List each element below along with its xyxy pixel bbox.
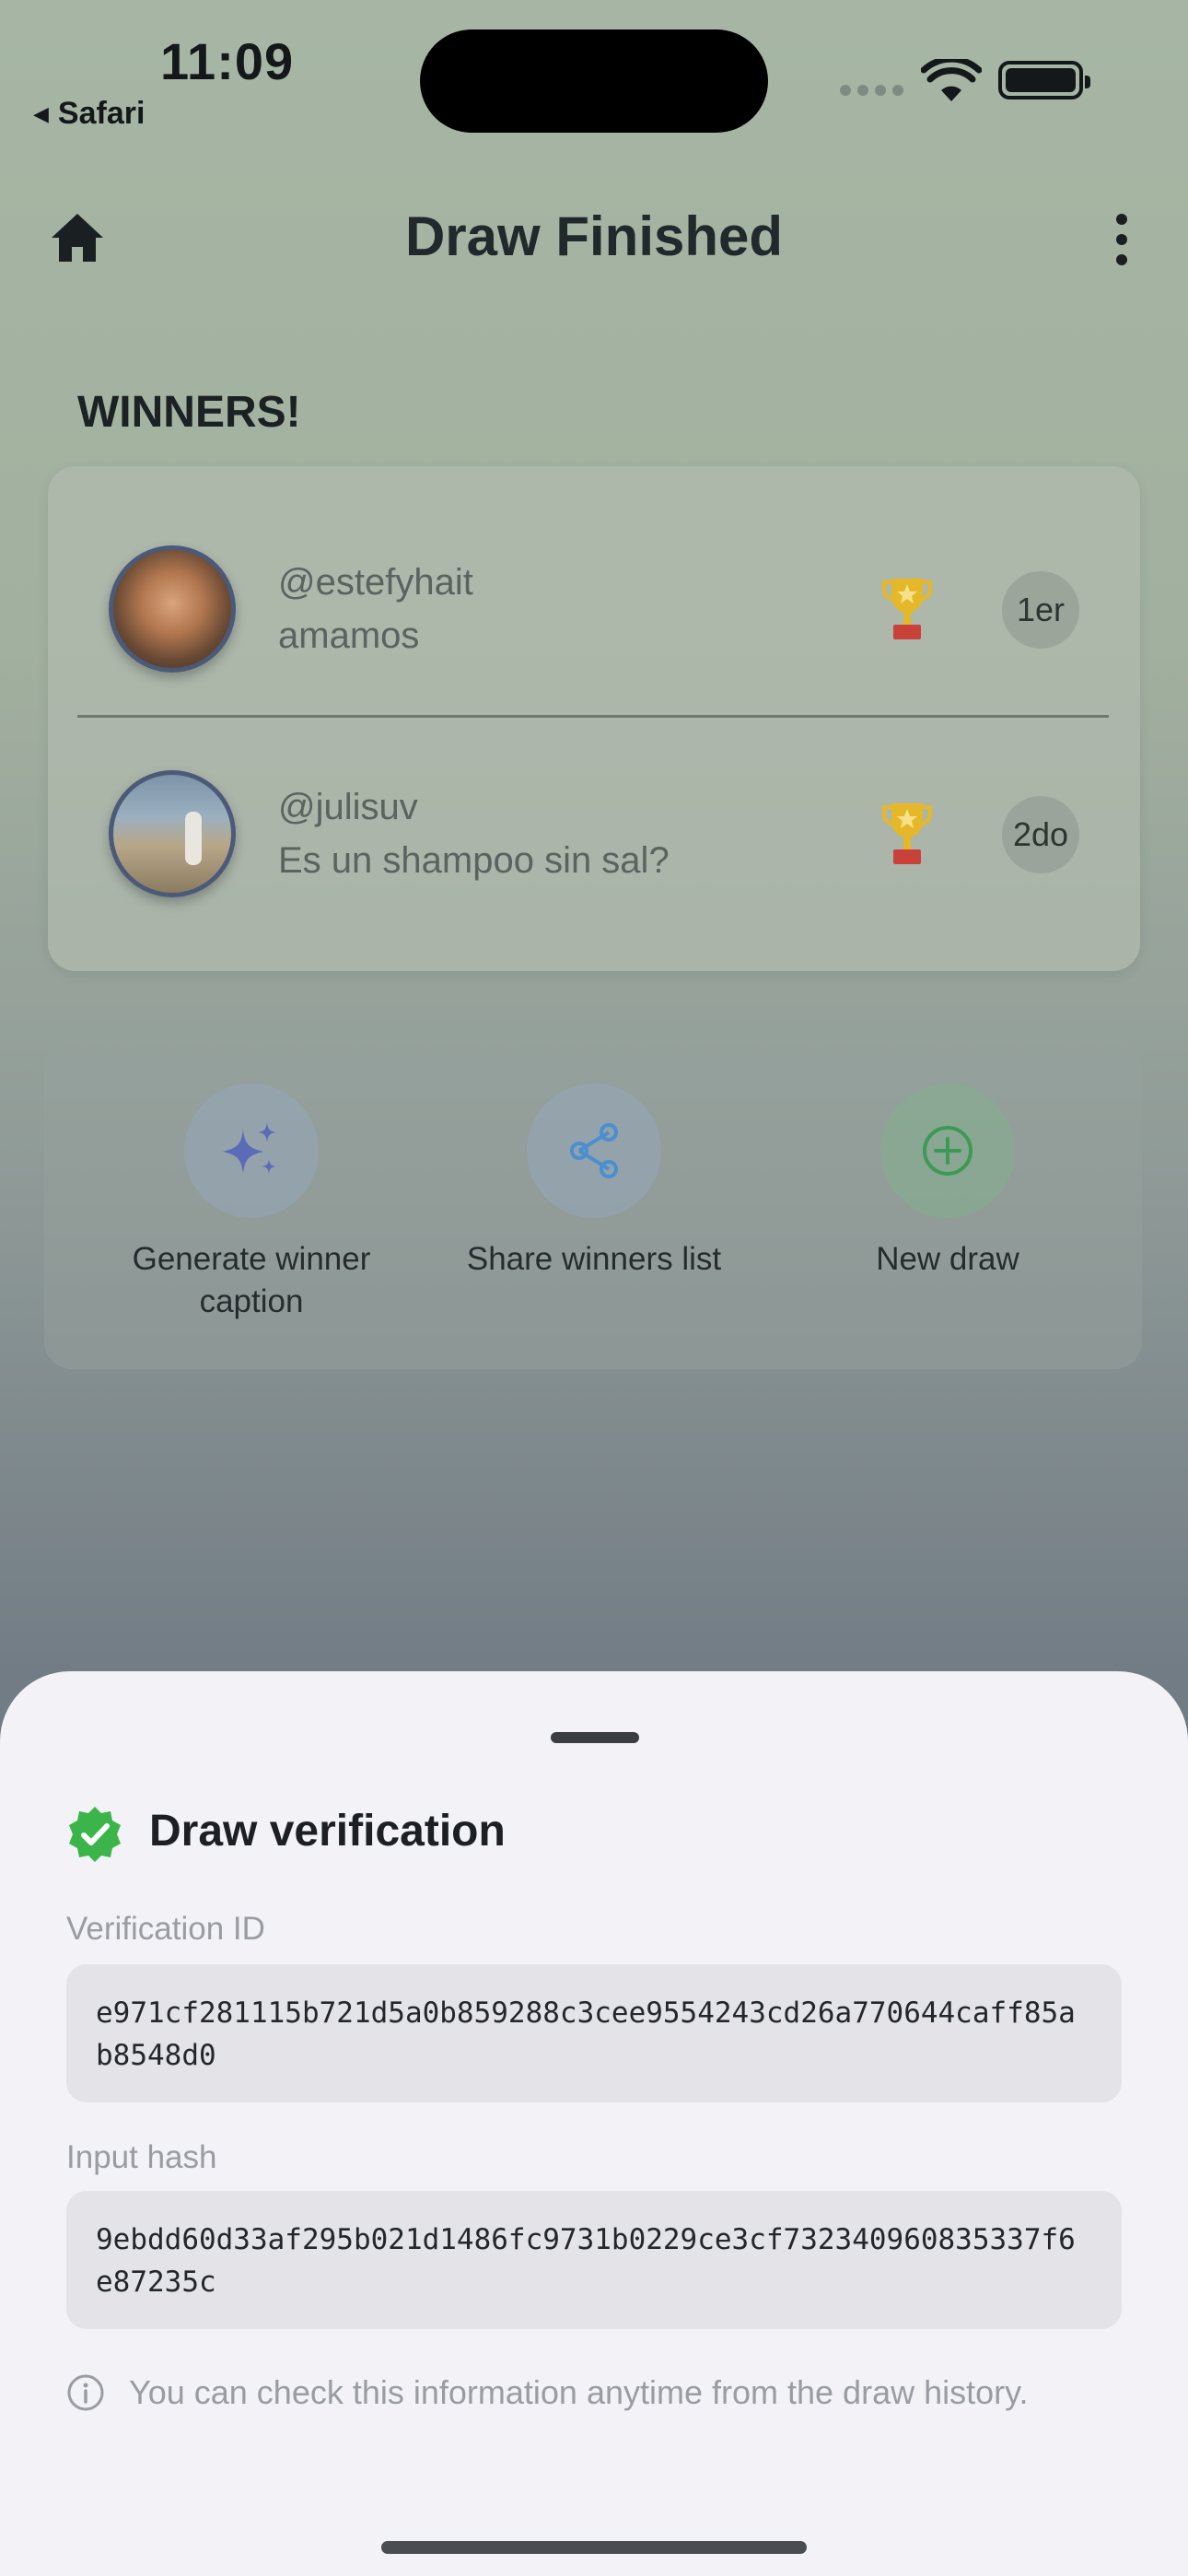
status-time: 11:09 bbox=[160, 32, 295, 90]
verification-id-label: Verification ID bbox=[66, 1911, 265, 1947]
back-to-safari[interactable]: ◀ Safari bbox=[33, 96, 145, 132]
place-badge: 1er bbox=[1002, 571, 1079, 649]
generate-caption-button[interactable]: Generate winner caption bbox=[99, 1083, 403, 1323]
back-app-label: Safari bbox=[57, 96, 146, 131]
place-badge: 2do bbox=[1002, 796, 1079, 873]
verification-id-field[interactable]: e971cf281115b721d5a0b859288c3cee9554243c… bbox=[66, 1964, 1122, 2102]
winner-comment: amamos bbox=[278, 615, 420, 656]
winner-row[interactable]: @estefyhait amamos 1er bbox=[48, 470, 1140, 691]
dynamic-island bbox=[420, 29, 768, 133]
page-title: Draw Finished bbox=[404, 205, 784, 267]
avatar bbox=[109, 545, 236, 673]
share-icon bbox=[570, 1123, 618, 1178]
sheet-title: Draw verification bbox=[149, 1807, 506, 1856]
home-indicator[interactable] bbox=[381, 2541, 807, 2554]
input-hash-field[interactable]: 9ebdd60d33af295b021d1486fc9731b0229ce3cf… bbox=[66, 2191, 1122, 2329]
winner-username: @julisuv bbox=[278, 787, 418, 827]
info-text: You can check this information anytime f… bbox=[129, 2373, 1029, 2411]
sheet-grabber[interactable] bbox=[551, 1732, 639, 1743]
plus-circle-icon bbox=[923, 1126, 973, 1176]
generate-caption-label: Generate winner caption bbox=[132, 1241, 371, 1319]
more-vertical-icon[interactable] bbox=[1111, 214, 1133, 265]
winner-username: @estefyhait bbox=[278, 562, 473, 603]
winners-heading: WINNERS! bbox=[77, 388, 301, 437]
verification-sheet: Draw verification Verification ID e971cf… bbox=[0, 1671, 1188, 2576]
sparkles-icon bbox=[223, 1122, 276, 1174]
winner-row[interactable]: @julisuv Es un shampoo sin sal? 2do bbox=[48, 695, 1140, 916]
new-draw-button[interactable]: New draw bbox=[796, 1083, 1100, 1281]
winners-card: @estefyhait amamos 1er @julisuv Es un sh… bbox=[48, 466, 1140, 971]
share-winners-button[interactable]: Share winners list bbox=[442, 1083, 746, 1281]
avatar bbox=[109, 770, 236, 897]
winner-comment: Es un shampoo sin sal? bbox=[278, 840, 670, 881]
actions-card: Generate winner caption Share winners li… bbox=[44, 1039, 1142, 1369]
cellular-signal-icon bbox=[840, 85, 903, 96]
info-row: You can check this information anytime f… bbox=[66, 2373, 1028, 2412]
battery-icon bbox=[998, 61, 1090, 100]
back-arrow-icon: ◀ bbox=[33, 101, 49, 125]
trophy-icon bbox=[882, 803, 932, 864]
share-winners-label: Share winners list bbox=[466, 1241, 722, 1277]
input-hash-label: Input hash bbox=[66, 2139, 217, 2175]
verified-badge-icon bbox=[69, 1807, 121, 1862]
trophy-icon bbox=[882, 579, 932, 639]
wifi-icon bbox=[921, 59, 982, 101]
new-draw-label: New draw bbox=[876, 1241, 1019, 1277]
info-icon bbox=[67, 2374, 104, 2411]
